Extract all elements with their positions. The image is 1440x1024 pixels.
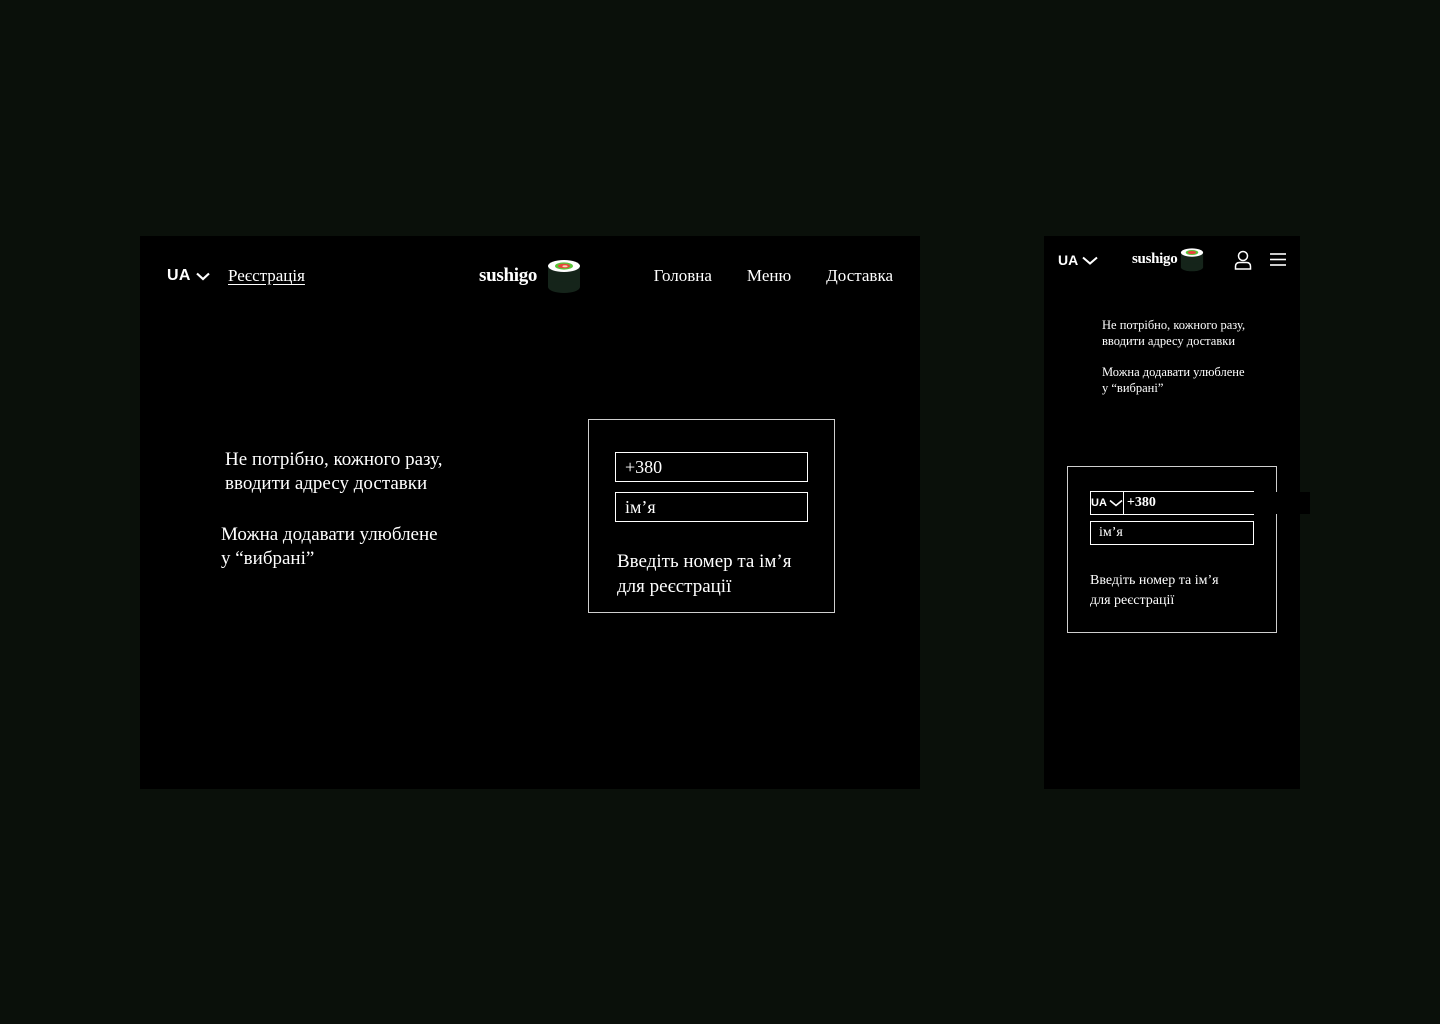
registration-form: Введіть номер та ім’я для реєстрації	[588, 419, 835, 613]
benefit-line: Можна додавати улюблене	[1102, 365, 1245, 379]
logo[interactable]: sushigo	[1132, 247, 1204, 272]
phone-field: UA	[1090, 491, 1310, 515]
benefit-line: Не потрібно, кожного разу,	[225, 449, 443, 470]
language-selector[interactable]: UA	[167, 267, 210, 285]
language-label: UA	[167, 267, 191, 284]
benefit-line: Не потрібно, кожного разу,	[1102, 318, 1246, 332]
sushi-roll-icon	[1181, 248, 1204, 272]
logo-text: sushigo	[479, 265, 538, 286]
user-icon[interactable]	[1234, 250, 1252, 270]
chevron-down-icon	[195, 272, 210, 280]
sushi-roll-icon	[548, 260, 581, 293]
main-nav: Головна Меню Доставка	[654, 266, 893, 286]
mobile-frame: UA sushigo Не потрібно, кожного разу, вв…	[1044, 236, 1310, 789]
hint-line: Введіть номер та ім’я	[617, 551, 792, 572]
phone-input[interactable]	[1123, 492, 1310, 514]
benefit-line: у “вибрані”	[1102, 381, 1164, 395]
nav-home[interactable]: Головна	[654, 266, 712, 286]
benefit-address: Не потрібно, кожного разу, вводити адрес…	[225, 448, 443, 496]
hint-line: для реєстрації	[1090, 593, 1175, 608]
benefit-favorites: Можна додавати улюблене у “вибрані”	[1102, 364, 1245, 396]
name-input[interactable]	[1090, 521, 1254, 545]
benefit-line: вводити адресу доставки	[225, 473, 428, 494]
benefit-line: Можна додавати улюблене	[221, 524, 438, 545]
chevron-down-icon	[1109, 499, 1123, 507]
register-link[interactable]: Реєстрація	[228, 266, 305, 286]
nav-delivery[interactable]: Доставка	[826, 266, 893, 286]
hint-line: Введіть номер та ім’я	[1090, 573, 1219, 588]
logo[interactable]: sushigo	[479, 258, 581, 294]
benefit-address: Не потрібно, кожного разу, вводити адрес…	[1102, 317, 1245, 349]
desktop-frame: UA Реєстрація sushigo Головна Меню Доста…	[140, 236, 920, 789]
phone-input[interactable]	[615, 452, 808, 482]
logo-text: sushigo	[1132, 251, 1178, 267]
chevron-down-icon	[1082, 256, 1098, 265]
country-code-selector[interactable]: UA	[1091, 492, 1124, 514]
benefit-line: у “вибрані”	[221, 548, 315, 569]
benefit-line: вводити адресу доставки	[1102, 334, 1236, 348]
language-label: UA	[1058, 252, 1079, 268]
nav-menu[interactable]: Меню	[747, 266, 791, 286]
language-selector[interactable]: UA	[1058, 252, 1098, 268]
registration-form: UA Введіть номер та ім’я для реєстрації	[1067, 466, 1310, 633]
benefit-favorites: Можна додавати улюблене у “вибрані”	[221, 523, 438, 571]
name-input[interactable]	[615, 492, 808, 522]
registration-hint: Введіть номер та ім’я для реєстрації	[617, 549, 791, 599]
hamburger-menu-icon[interactable]	[1269, 252, 1287, 267]
registration-hint: Введіть номер та ім’я для реєстрації	[1090, 571, 1219, 611]
hint-line: для реєстрації	[617, 576, 732, 597]
country-code-label: UA	[1091, 497, 1107, 509]
